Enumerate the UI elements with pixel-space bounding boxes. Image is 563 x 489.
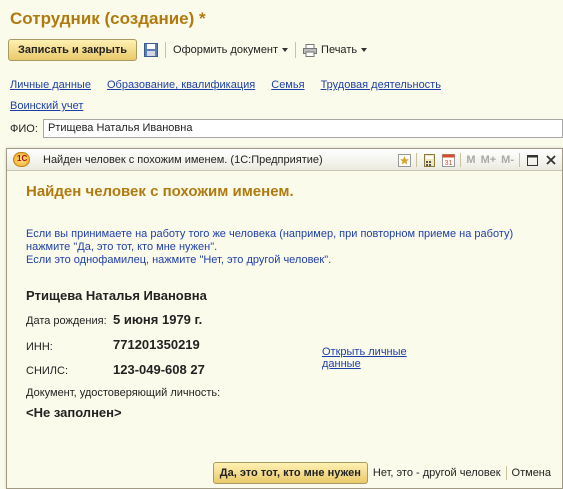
toolbar-separator [295,42,297,58]
form-toolbar: Записать и закрыть Оформить документ Печ… [8,38,369,62]
memory-minus-button[interactable]: M- [501,154,514,166]
link-personal-data[interactable]: Личные данные [10,79,91,91]
identity-document-value: <Не заполнен> [26,405,122,420]
cancel-button[interactable]: Отмена [507,462,556,484]
open-link-line: Открыть личные [322,346,407,358]
printer-icon [303,43,318,57]
svg-text:31: 31 [445,160,453,167]
yes-same-person-button[interactable]: Да, это тот, кто мне нужен [212,462,368,484]
inn-label: ИНН: [26,341,53,353]
link-work-activity[interactable]: Трудовая деятельность [321,79,441,91]
titlebar-separator [460,153,462,167]
snils-label: СНИЛС: [26,365,69,377]
print-menu[interactable]: Печать [301,43,369,57]
format-document-label: Оформить документ [173,44,279,56]
save-disk-icon[interactable] [142,41,160,59]
chevron-down-icon [361,48,368,52]
titlebar-separator [416,153,418,167]
calendar-icon[interactable]: 31 [441,153,455,167]
description-line: Если это однофамилец, нажмите "Нет, это … [26,254,332,266]
link-family[interactable]: Семья [271,79,304,91]
similar-person-dialog: 1С Найден человек с похожим именем. (1С:… [6,148,563,489]
no-other-person-button[interactable]: Нет, это - другой человек [368,462,506,484]
dialog-heading: Найден человек с похожим именем. [26,183,294,200]
fio-label: ФИО: [10,123,38,135]
favorite-star-icon[interactable] [397,153,411,167]
birth-date-label: Дата рождения: [26,315,107,327]
memory-m-button[interactable]: M [466,154,475,166]
section-links-row-2: Воинский учет [10,100,99,112]
link-military-record[interactable]: Воинский учет [10,100,83,112]
calculator-icon[interactable] [422,153,436,167]
open-personal-data-link[interactable]: Открыть личные данные [322,346,412,370]
inn-value: 771201350219 [113,337,200,352]
dialog-titlebar: 1С Найден человек с похожим именем. (1С:… [7,149,562,171]
dialog-title: Найден человек с похожим именем. (1С:Пре… [43,154,323,166]
close-icon[interactable] [544,153,558,167]
print-label: Печать [321,44,358,56]
dialog-description: Если вы принимаете на работу того же чел… [26,228,546,267]
snils-value: 123-049-608 27 [113,362,205,377]
identity-document-label: Документ, удостоверяющий личность: [26,387,221,399]
section-links-row: Личные данные Образование, квалификация … [10,79,457,91]
titlebar-buttons: 31 M M+ M- [397,152,558,168]
birth-date-value: 5 июня 1979 г. [113,312,203,327]
maximize-icon[interactable] [525,153,539,167]
save-and-close-button[interactable]: Записать и закрыть [8,39,138,61]
dialog-footer: Да, это тот, кто мне нужен Нет, это - др… [7,458,562,488]
person-name: Ртищева Наталья Ивановна [26,288,207,303]
open-link-line: данные [322,358,361,370]
description-line: нажмите "Да, это тот, кто мне нужен". [26,241,218,253]
toolbar-separator [165,42,167,58]
1c-app-icon: 1С [13,152,30,167]
description-line: Если вы принимаете на работу того же чел… [26,228,514,240]
titlebar-separator [519,153,520,167]
chevron-down-icon [282,48,289,52]
link-education[interactable]: Образование, квалификация [107,79,255,91]
memory-plus-button[interactable]: M+ [481,154,497,166]
format-document-menu[interactable]: Оформить документ [171,44,290,56]
form-title: Сотрудник (создание) * [10,9,206,28]
fio-field[interactable]: Ртищева Наталья Ивановна [43,119,563,138]
